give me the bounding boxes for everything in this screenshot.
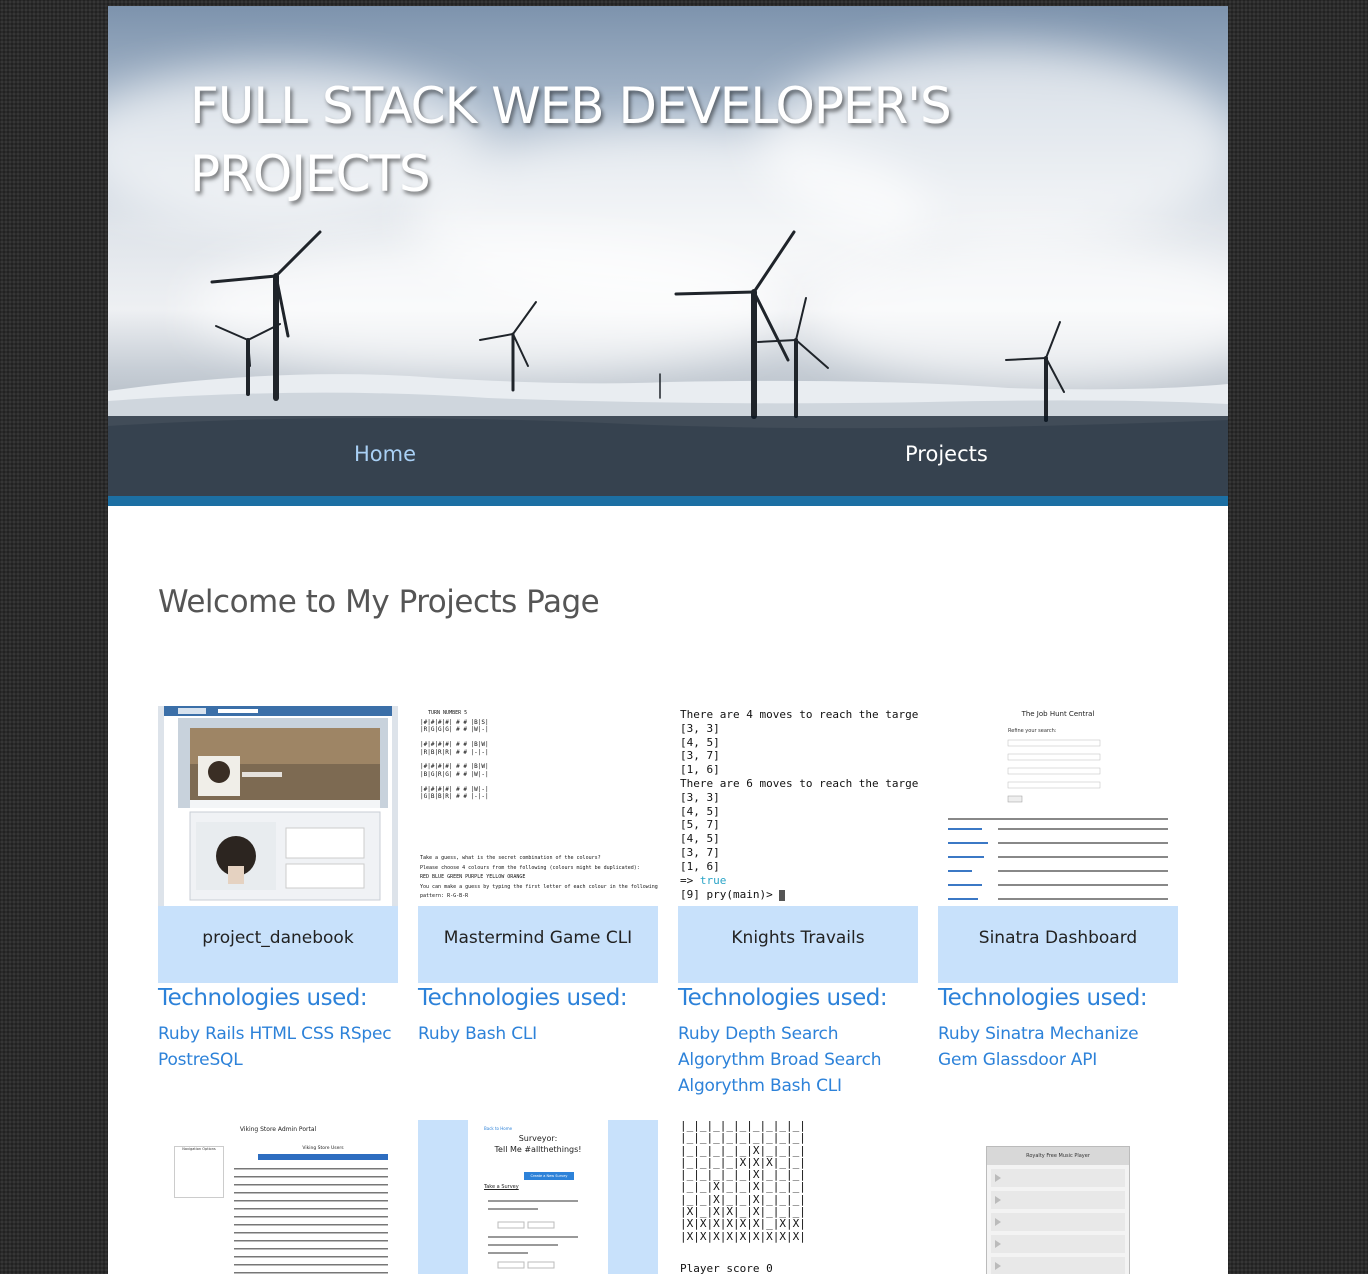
- tech-list[interactable]: Ruby Rails HTML CSS RSpec PostreSQL: [158, 1021, 398, 1073]
- tech-list[interactable]: Ruby Sinatra Mechanize Gem Glassdoor API: [938, 1021, 1178, 1073]
- mastermind-prompt: Take a guess, what is the secret combina…: [420, 855, 658, 899]
- project-title[interactable]: project_danebook: [158, 906, 398, 983]
- project-card-music-player[interactable]: Royalty Free Music Player: [938, 1120, 1178, 1274]
- knights-output: There are 4 moves to reach the target [3,…: [680, 708, 918, 874]
- tetris-row: |_|_|X|_|_|X|_|_|_|: [680, 1180, 806, 1194]
- tetris-board: |_|_|_|_|_|_|_|_|_| |_|_|_|_|_|_|_|_|_| |_…: [680, 1120, 806, 1243]
- project-title[interactable]: Sinatra Dashboard: [938, 906, 1178, 983]
- site-title: FULL STACK WEB DEVELOPER'S PROJECTS: [190, 77, 952, 203]
- project-screenshot[interactable]: TURN NUMBER 5 |#|#|#|#| # # |B|S| |R|G|G|…: [418, 706, 658, 906]
- project-card-viking-store[interactable]: Viking Store Admin Portal Navigation Opt…: [158, 1120, 398, 1274]
- knights-output-line: [4, 5]: [680, 832, 720, 846]
- tech-heading: Technologies used:: [938, 985, 1148, 1011]
- knights-output-line: [4, 5]: [680, 804, 720, 818]
- knights-output-line: [3, 3]: [680, 721, 720, 735]
- knights-output-line: There are 4 moves to reach the target: [680, 708, 918, 721]
- mastermind-row: |G|B|B|R| # # |-|-|: [420, 793, 489, 801]
- project-card-danebook: project_danebook Technologies used: Ruby…: [158, 706, 398, 1073]
- mastermind-row: [420, 734, 489, 741]
- music-player-title: Royalty Free Music Player: [987, 1147, 1129, 1165]
- tetris-score: Player score 0: [680, 1262, 773, 1274]
- surveyor-panel: Back to Home Surveyor: Tell Me #alltheth…: [468, 1120, 608, 1274]
- project-screenshot[interactable]: There are 4 moves to reach the target [3,…: [678, 706, 918, 906]
- knights-result: => true: [680, 874, 727, 887]
- project-title[interactable]: Mastermind Game CLI: [418, 906, 658, 983]
- tech-list[interactable]: Ruby Bash CLI: [418, 1021, 658, 1047]
- knights-output-line: [1, 6]: [680, 763, 720, 777]
- knights-output-line: [5, 7]: [680, 818, 720, 832]
- page: FULL STACK WEB DEVELOPER'S PROJECTS Home…: [108, 6, 1228, 1274]
- project-card-surveyor[interactable]: Back to Home Surveyor: Tell Me #alltheth…: [418, 1120, 658, 1274]
- knights-output-line: [3, 3]: [680, 790, 720, 804]
- knights-output-line: [1, 6]: [680, 859, 720, 873]
- mastermind-row: |#|#|#|#| # # |B|W|: [420, 741, 489, 749]
- nav-home-link[interactable]: Home: [354, 442, 416, 466]
- mastermind-row: |#|#|#|#| # # |B|W|: [420, 763, 489, 771]
- mastermind-board: |#|#|#|#| # # |B|S| |R|G|G|G| # # |W|-| |…: [420, 719, 489, 800]
- music-player-panel: Royalty Free Music Player: [986, 1146, 1130, 1274]
- mastermind-row: [420, 778, 489, 785]
- project-screenshot[interactable]: The Job Hunt Central Refine your search:: [938, 706, 1178, 906]
- project-card-mastermind: TURN NUMBER 5 |#|#|#|#| # # |B|S| |R|G|G|…: [418, 706, 658, 1047]
- hero-banner: FULL STACK WEB DEVELOPER'S PROJECTS Home…: [108, 6, 1228, 496]
- main-nav: Home Projects: [108, 416, 1228, 496]
- knights-output-line: There are 6 moves to reach the target: [680, 776, 918, 790]
- tech-heading: Technologies used:: [418, 985, 628, 1011]
- mastermind-row: [420, 756, 489, 763]
- tech-list[interactable]: Ruby Depth Search Algorythm Broad Search…: [678, 1021, 918, 1099]
- knights-output-line: [4, 5]: [680, 735, 720, 749]
- project-card-knights-travails: There are 4 moves to reach the target [3,…: [678, 706, 918, 1099]
- project-card-sinatra-dashboard: The Job Hunt Central Refine your search:: [938, 706, 1178, 1073]
- tetris-row: |X|X|X|X|X|X|X|X|X|: [680, 1229, 806, 1243]
- knights-output-line: [3, 7]: [680, 845, 720, 859]
- tetris-row: |_|_|_|_|_|_|_|_|_|: [680, 1131, 806, 1145]
- mastermind-row: |R|B|R|R| # # |-|-|: [420, 748, 489, 756]
- tetris-row: |X|X|X|X|X|X|_|X|X|: [680, 1217, 806, 1231]
- mastermind-row: |R|G|G|G| # # |W|-|: [420, 726, 489, 734]
- nav-projects-link[interactable]: Projects: [905, 442, 988, 466]
- project-screenshot[interactable]: [158, 706, 398, 906]
- knights-output-line: [3, 7]: [680, 749, 720, 763]
- mastermind-row: |B|G|R|G| # # |W|-|: [420, 770, 489, 778]
- project-card-tetris-cli[interactable]: |_|_|_|_|_|_|_|_|_| |_|_|_|_|_|_|_|_|_| |_…: [678, 1120, 918, 1274]
- tech-heading: Technologies used:: [158, 985, 368, 1011]
- mastermind-turn: TURN NUMBER 5: [428, 710, 468, 716]
- knights-prompt: [9] pry(main)>: [680, 888, 786, 902]
- mastermind-row: |#|#|#|#| # # |B|S|: [420, 719, 489, 726]
- project-title[interactable]: Knights Travails: [678, 906, 918, 983]
- mastermind-row: |#|#|#|#| # # |W|-|: [420, 785, 489, 793]
- page-heading: Welcome to My Projects Page: [158, 584, 600, 620]
- accent-divider: [108, 496, 1228, 506]
- tech-heading: Technologies used:: [678, 985, 888, 1011]
